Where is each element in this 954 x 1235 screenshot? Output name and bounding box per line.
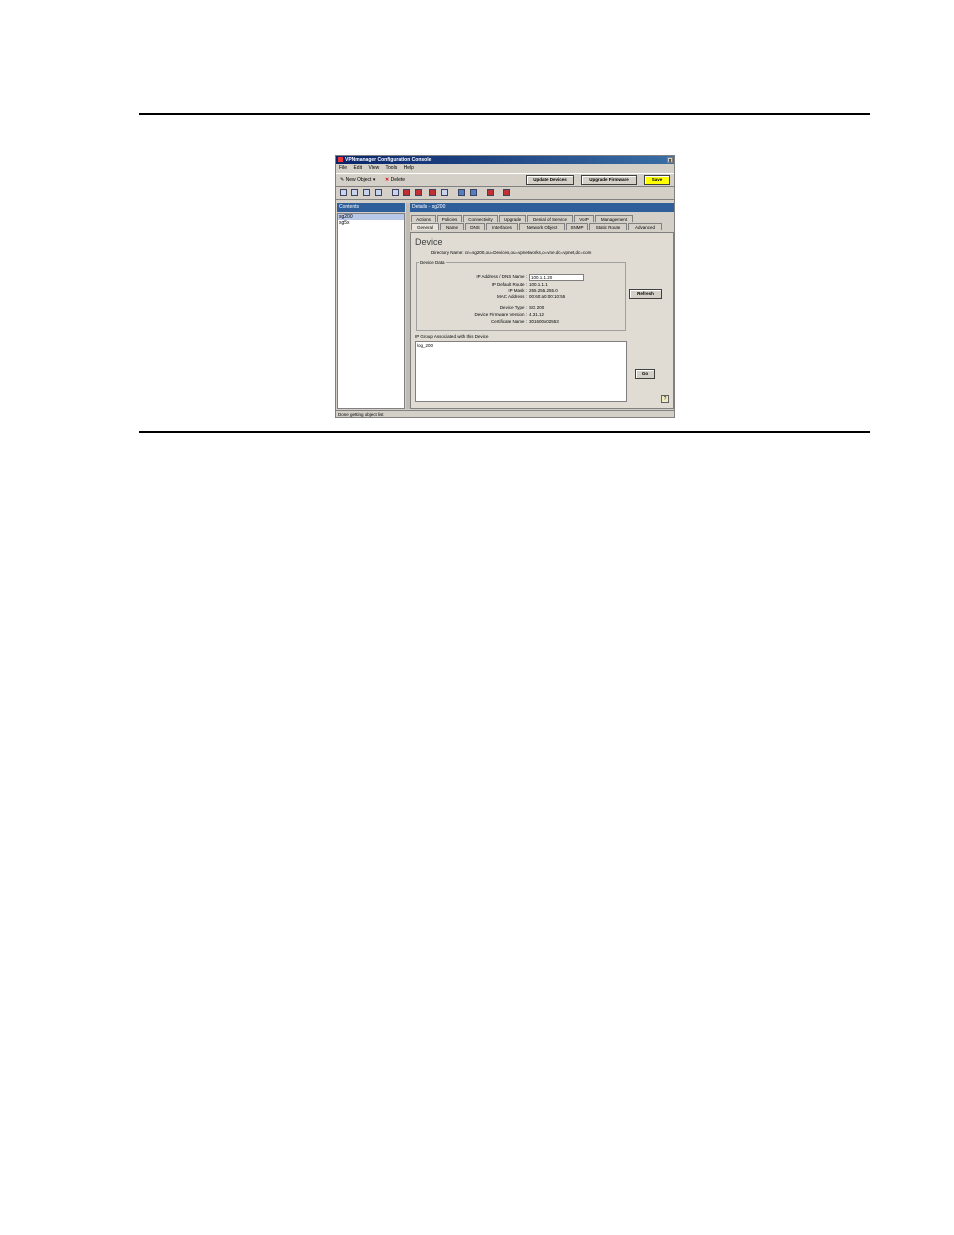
field-label: Device Type : (499, 305, 527, 310)
ip-groups-label: IP Group Associated with this Device (415, 334, 489, 339)
status-bar: Done getting object list (336, 410, 674, 417)
delete-icon: ✕ (385, 177, 390, 183)
tab-interfaces[interactable]: Interfaces (486, 223, 518, 230)
ip-address-input[interactable]: 100.1.1.20 (529, 274, 584, 281)
refresh-button[interactable]: Refresh (629, 289, 662, 299)
close-icon[interactable]: x (667, 157, 673, 164)
field-value: 255.255.255.0 (529, 288, 558, 293)
user-icon[interactable] (441, 189, 448, 196)
tab-row-2: General Name DNS Interfaces Network Obje… (410, 223, 674, 231)
menu-edit[interactable]: Edit (353, 165, 362, 171)
field-value: 4.31.12 (529, 312, 545, 317)
network-icon[interactable] (392, 189, 399, 196)
group-icon[interactable] (470, 189, 477, 196)
tab-management[interactable]: Management (595, 215, 633, 222)
go-button[interactable]: Go (635, 369, 655, 379)
details-header: Details - sg200 (410, 203, 674, 212)
policy-icon[interactable] (403, 189, 410, 196)
tab-snmp[interactable]: SNMP (566, 223, 588, 230)
toolbar-main: ✎ New Object ▾ ✕ Delete Update Devices U… (336, 173, 674, 187)
field-label: Certificate Name : (490, 319, 527, 324)
delete-button[interactable]: ✕ Delete (385, 177, 405, 183)
field-value: 00:60:a0:00:10:55 (529, 294, 566, 299)
contents-header: Contents (337, 203, 405, 212)
menu-tools[interactable]: Tools (386, 165, 398, 171)
tab-connectivity[interactable]: Connectivity (463, 215, 498, 222)
app-window: VPNmanager Configuration Console x File … (335, 155, 675, 418)
host-icon[interactable] (458, 189, 465, 196)
tab-policies[interactable]: Policies (437, 215, 462, 222)
tab-dns[interactable]: DNS (465, 223, 485, 230)
directory-name: Directory Name: cn=sg200,ou=Devices,ou=v… (431, 250, 592, 255)
menu-view[interactable]: View (368, 165, 379, 171)
ip-groups-list: log_200 (415, 341, 627, 402)
new-object-button[interactable]: ✎ New Object ▾ (340, 177, 375, 183)
menu-bar: File Edit View Tools Help (336, 164, 674, 173)
field-value: 100.1.1.1 (529, 282, 548, 287)
field-label: Device Firmware Version : (474, 312, 527, 317)
tab-network-object[interactable]: Network Object (519, 223, 565, 230)
field-value: SG 200 (529, 305, 545, 310)
contents-pane: Contents sg200 sg5x (337, 203, 405, 409)
pencil-icon: ✎ (340, 177, 345, 183)
help-toolbar-icon[interactable] (503, 189, 510, 196)
tab-general[interactable]: General (411, 223, 439, 230)
tab-row-1: Actions Policies Connectivity Upgrade De… (410, 215, 674, 223)
list-item[interactable]: log_200 (417, 343, 625, 348)
device-list: sg200 sg5x (337, 213, 405, 409)
tab-denial-of-service[interactable]: Denial of Service (527, 215, 573, 222)
list-item[interactable]: sg5x (338, 220, 404, 226)
tab-voip[interactable]: VoIP (574, 215, 594, 222)
tab-advanced[interactable]: Advanced (628, 223, 662, 230)
upgrade-firmware-button[interactable]: Upgrade Firmware (581, 175, 637, 185)
table-icon[interactable] (363, 189, 370, 196)
tunnel-icon[interactable] (429, 189, 436, 196)
field-label: IP Address / DNS Name : (476, 274, 527, 279)
tab-actions[interactable]: Actions (411, 215, 436, 222)
tab-upgrade[interactable]: Upgrade (499, 215, 526, 222)
save-button[interactable]: Save (644, 175, 670, 185)
field-value: 301600x02553 (529, 319, 559, 324)
security-icon[interactable] (415, 189, 422, 196)
menu-file[interactable]: File (339, 165, 347, 171)
tab-name[interactable]: Name (440, 223, 464, 230)
device-title: Device (415, 237, 443, 247)
app-icon (338, 157, 343, 162)
menu-help[interactable]: Help (404, 165, 414, 171)
monitor-icon[interactable] (375, 189, 382, 196)
top-rule (139, 113, 870, 115)
field-label: MAC Address : (496, 294, 527, 299)
toolbar-icons (336, 187, 674, 200)
device-data-group: Device Data IP Address / DNS Name : 100.… (416, 260, 626, 331)
device-icon[interactable] (340, 189, 347, 196)
update-devices-button[interactable]: Update Devices (526, 175, 574, 185)
help-icon[interactable]: ? (661, 395, 669, 403)
details-pane: Details - sg200 Actions Policies Connect… (410, 203, 674, 409)
alert-icon[interactable] (487, 189, 494, 196)
grid-icon[interactable] (351, 189, 358, 196)
device-data-title: Device Data (419, 260, 446, 265)
window-title: VPNmanager Configuration Console (345, 157, 432, 163)
tab-static-route[interactable]: Static Route (589, 223, 627, 230)
general-tab-content: Device Directory Name: cn=sg200,ou=Devic… (410, 232, 674, 409)
title-bar: VPNmanager Configuration Console x (336, 156, 674, 164)
bottom-rule (139, 431, 870, 433)
